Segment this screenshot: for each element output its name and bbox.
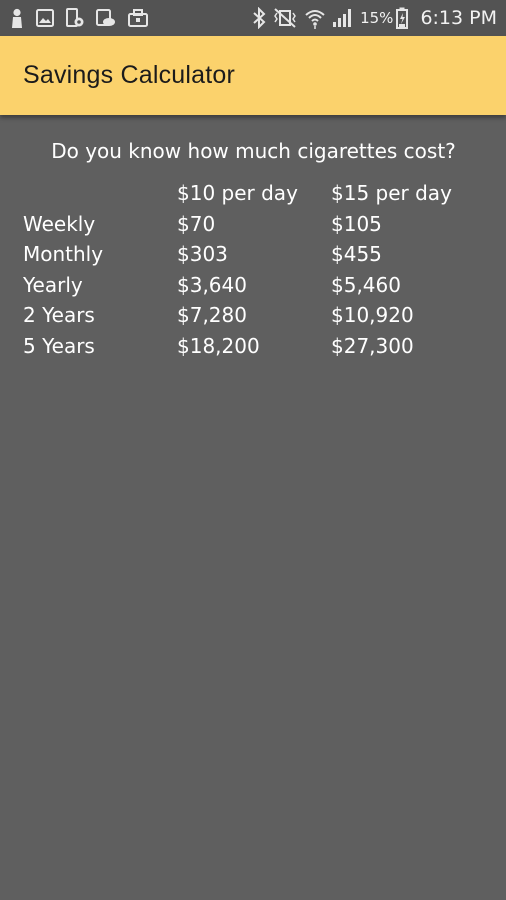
cost-15-per-day: $10,920: [331, 303, 414, 328]
cost-10-per-day: $3,640: [177, 272, 247, 297]
cloud-sync-icon: [96, 8, 116, 28]
header-period: [23, 178, 177, 209]
cost-15-per-day: $455: [331, 242, 382, 267]
table-row: Weekly $70 $105: [23, 209, 491, 240]
battery-icon: [396, 7, 409, 29]
cost-10-per-day: $303: [177, 242, 228, 267]
cost-10-per-day: $70: [177, 211, 216, 236]
briefcase-icon: [128, 9, 148, 27]
gallery-icon: [36, 9, 54, 27]
row-label: Yearly: [23, 272, 83, 297]
vibrate-mute-icon: [272, 8, 298, 28]
wifi-icon: [304, 7, 326, 29]
device-admin-icon: [66, 8, 84, 28]
cost-15-per-day: $5,460: [331, 272, 401, 297]
table-row: 5 Years $18,200 $27,300: [23, 331, 491, 362]
signal-icon: [332, 8, 354, 28]
person-icon: [10, 8, 24, 28]
table-row: Monthly $303 $455: [23, 239, 491, 270]
table-row: Yearly $3,640 $5,460: [23, 270, 491, 301]
row-label: 2 Years: [23, 303, 95, 328]
system-status: 15% 6:13 PM: [252, 7, 497, 29]
cost-15-per-day: $105: [331, 211, 382, 236]
clock: 6:13 PM: [420, 7, 497, 29]
cost-15-per-day: $27,300: [331, 333, 414, 358]
cost-10-per-day: $7,280: [177, 303, 247, 328]
app-title: Savings Calculator: [23, 61, 236, 89]
main-content: Do you know how much cigarettes cost? $1…: [0, 115, 506, 361]
status-bar: 15% 6:13 PM: [0, 0, 506, 36]
bluetooth-icon: [252, 7, 266, 29]
row-label: Weekly: [23, 211, 96, 236]
savings-table: $10 per day $15 per day Weekly $70 $105 …: [23, 178, 491, 361]
question-text: Do you know how much cigarettes cost?: [51, 139, 456, 163]
table-header-row: $10 per day $15 per day: [23, 178, 491, 209]
row-label: Monthly: [23, 242, 104, 267]
header-15-per-day: $15 per day: [331, 181, 452, 206]
row-label: 5 Years: [23, 333, 95, 358]
header-10-per-day: $10 per day: [177, 181, 298, 206]
battery-percent: 15%: [360, 9, 394, 27]
table-row: 2 Years $7,280 $10,920: [23, 300, 491, 331]
cost-10-per-day: $18,200: [177, 333, 260, 358]
notification-icons: [10, 8, 160, 28]
app-bar: Savings Calculator: [0, 36, 506, 115]
